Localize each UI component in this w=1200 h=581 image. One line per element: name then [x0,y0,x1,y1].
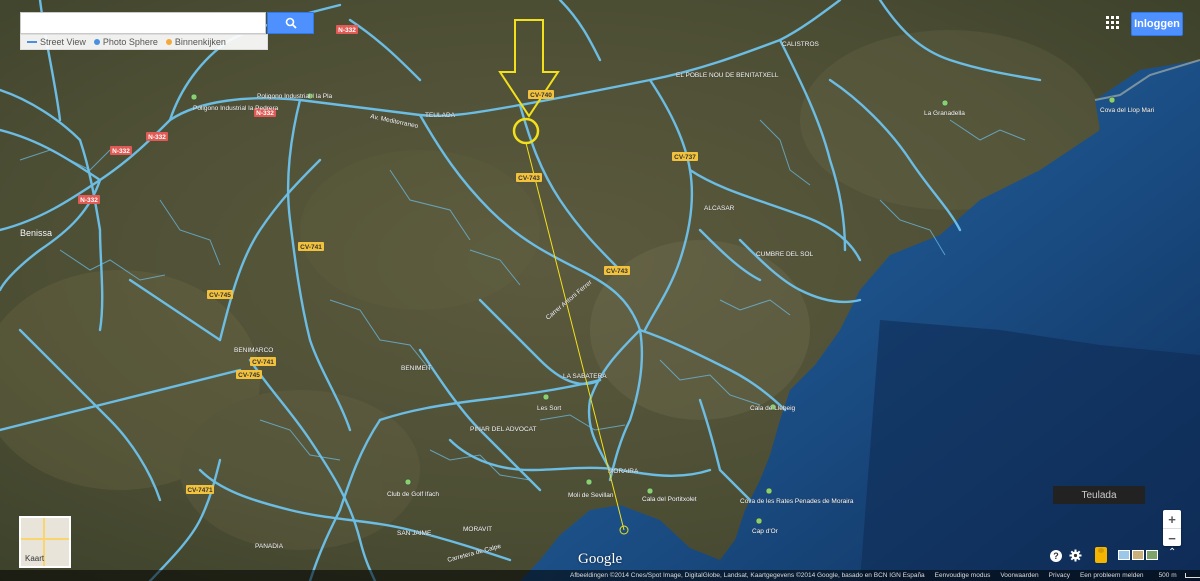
place-label: Club de Golf Ifach [387,491,439,498]
zoom-control: + − [1163,510,1181,546]
footer-link-privacy[interactable]: Privacy [1044,572,1075,579]
zoom-in-button[interactable]: + [1163,510,1181,528]
road-shield: CV-7471 [186,485,214,494]
svg-text:CV-741: CV-741 [252,359,274,366]
sea-shadow [860,320,1200,581]
layer-label: Binnenkijken [174,37,226,47]
road-shield: CV-745 [236,370,262,379]
svg-text:CV-7471: CV-7471 [187,487,213,494]
place-label: Cala del Portitxolet [642,496,697,503]
svg-text:N-332: N-332 [338,27,356,34]
signin-button[interactable]: Inloggen [1131,12,1183,36]
svg-text:CV-743: CV-743 [518,175,540,182]
road-shield: CV-743 [516,173,542,182]
satellite-map[interactable]: N-332 N-332 N-332 N-332 N-332 CV-740 CV-… [0,0,1200,581]
search-button[interactable] [267,12,314,34]
place-label: ALCASAR [704,205,735,212]
place-label: Poligono Industrial I la Pla [257,93,333,100]
layer-photo-sphere[interactable]: Photo Sphere [93,37,158,47]
footer-link-simple[interactable]: Eenvoudige modus [930,572,996,579]
place-label: Cova del Llop Mari [1100,107,1154,114]
apps-grid-icon[interactable] [1106,16,1119,29]
layers-bar: Street View Photo Sphere Binnenkijken [20,34,268,50]
layer-binnenkijken[interactable]: Binnenkijken [165,37,226,47]
svg-text:N-332: N-332 [112,148,130,155]
road-shield: N-332 [336,25,358,34]
footer-link-report[interactable]: Een probleem melden [1075,572,1149,579]
place-label: MORAIRA [608,468,639,475]
place-label: Poligono Industrial la Pedrera [193,105,279,112]
road-shield: CV-737 [672,152,698,161]
footer-link-terms[interactable]: Voorwaarden [995,572,1043,579]
region-label: Teulada [1053,486,1145,504]
road-shield: N-332 [110,146,132,155]
place-label: BENIMEIT [401,365,432,372]
place-label: Cala de Llebeig [750,405,796,412]
place-label: PINAR DEL ADVOCAT [470,426,536,433]
place-label: CALISTROS [782,41,820,48]
minimap-toggle[interactable]: Kaart [19,516,71,568]
svg-text:CV-743: CV-743 [606,268,628,275]
place-label: EL POBLE NOU DE BENITATXELL [676,72,779,79]
road-shield: N-332 [146,132,168,141]
search-icon [285,17,297,29]
footer-bar: Afbeeldingen ©2014 Cnes/Spot Image, Digi… [0,570,1200,581]
svg-text:N-332: N-332 [80,197,98,204]
place-label: Cova de les Rates Penades de Moraira [740,498,854,505]
minimap-road [21,538,69,540]
indoor-icon [165,39,172,45]
place-label: MORAVIT [463,526,492,533]
layer-label: Photo Sphere [102,37,158,47]
expand-icon[interactable]: ⌃ [1168,547,1176,558]
place-label: PANADIA [255,543,284,550]
imagery-thumbnails[interactable] [1118,550,1158,560]
street-view-icon [27,41,37,43]
svg-text:N-332: N-332 [148,134,166,141]
place-label: CUMBRE DEL SOL [756,251,814,258]
place-label: Les Sort [537,405,561,412]
road-shield: CV-741 [250,357,276,366]
pegman-icon[interactable] [1095,547,1107,563]
place-label: La Granadella [924,110,965,117]
road-shield: CV-743 [604,266,630,275]
road-shield: CV-741 [298,242,324,251]
place-label: Benissa [20,228,52,238]
svg-text:CV-745: CV-745 [209,292,231,299]
road-shield: CV-745 [207,290,233,299]
svg-text:CV-741: CV-741 [300,244,322,251]
minimap-label: Kaart [25,554,45,563]
svg-text:CV-745: CV-745 [238,372,260,379]
google-logo: Google [578,551,623,567]
place-label: TEULADA [425,112,456,119]
attribution: Afbeeldingen ©2014 Cnes/Spot Image, Digi… [570,572,925,579]
road-shield: N-332 [78,195,100,204]
place-label: SAN JAIME [397,530,432,537]
scale-bar [1184,572,1200,578]
road-shield: CV-740 [528,90,554,99]
gear-icon[interactable] [1069,549,1082,562]
place-label: LA SABATERA [563,373,607,380]
search-input[interactable] [20,12,266,34]
photo-sphere-icon [93,39,100,45]
layer-street-view[interactable]: Street View [27,37,86,47]
place-label: Moli de Sevillan [568,492,614,499]
help-button[interactable]: ? [1050,550,1062,562]
place-label: BENIMARCO [234,347,273,354]
svg-text:CV-740: CV-740 [530,92,552,99]
scale-label: 500 m [1149,572,1200,579]
zoom-out-button[interactable]: − [1163,528,1181,547]
svg-text:CV-737: CV-737 [674,154,696,161]
layer-label: Street View [40,37,86,47]
place-label: Cap d'Or [752,528,779,535]
